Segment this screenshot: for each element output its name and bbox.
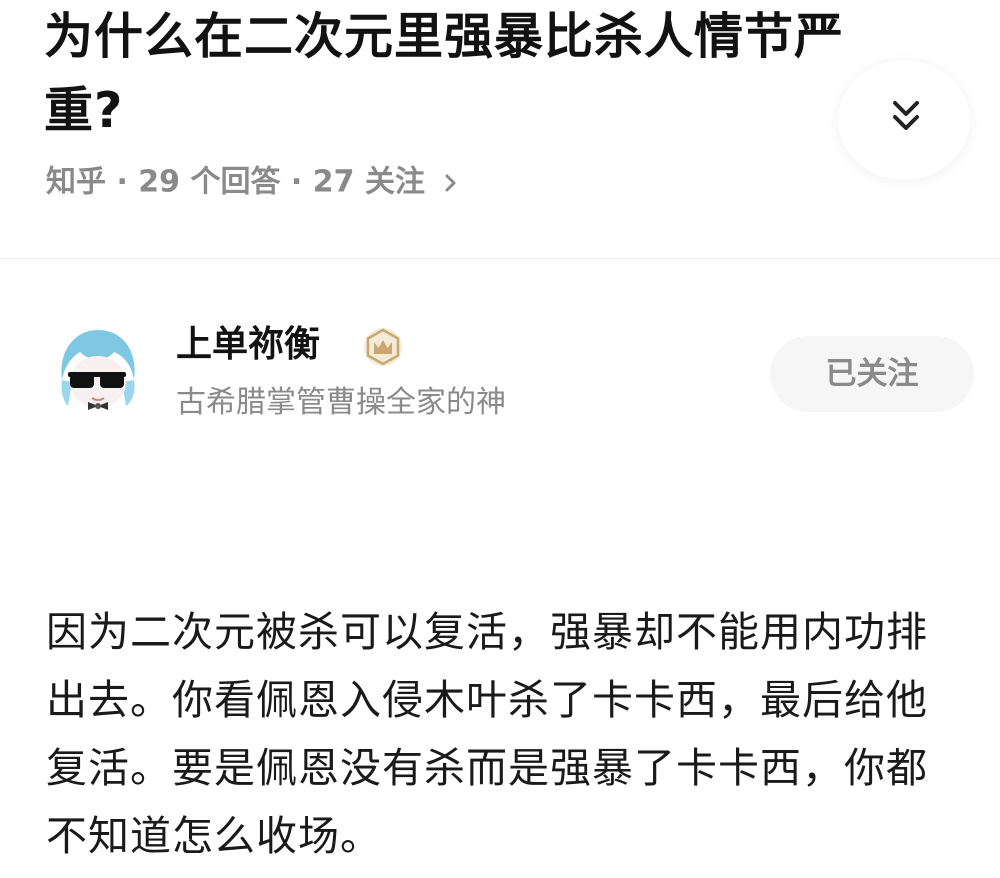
author-name[interactable]: 上单祢衡	[176, 320, 320, 370]
double-chevron-down-icon[interactable]	[891, 97, 921, 137]
chevron-right-icon	[445, 174, 456, 191]
answer-text: 因为二次元被杀可以复活，强暴却不能用内功排出去。你看佩恩入侵木叶杀了卡卡西，最后…	[46, 608, 928, 860]
question-meta-text: 知乎 · 29 个回答 · 27 关注	[46, 164, 425, 200]
avatar[interactable]	[54, 322, 140, 418]
crown-badge-icon	[364, 328, 402, 366]
divider	[0, 258, 1000, 259]
author-bio: 古希腊掌管曹操全家的神	[176, 385, 506, 420]
question-title: 为什么在二次元里强暴比杀人情节严重?	[44, 8, 845, 139]
question-meta-link[interactable]: 知乎 · 29 个回答 · 27 关注	[46, 160, 461, 205]
follow-button[interactable]: 已关注	[770, 336, 974, 412]
